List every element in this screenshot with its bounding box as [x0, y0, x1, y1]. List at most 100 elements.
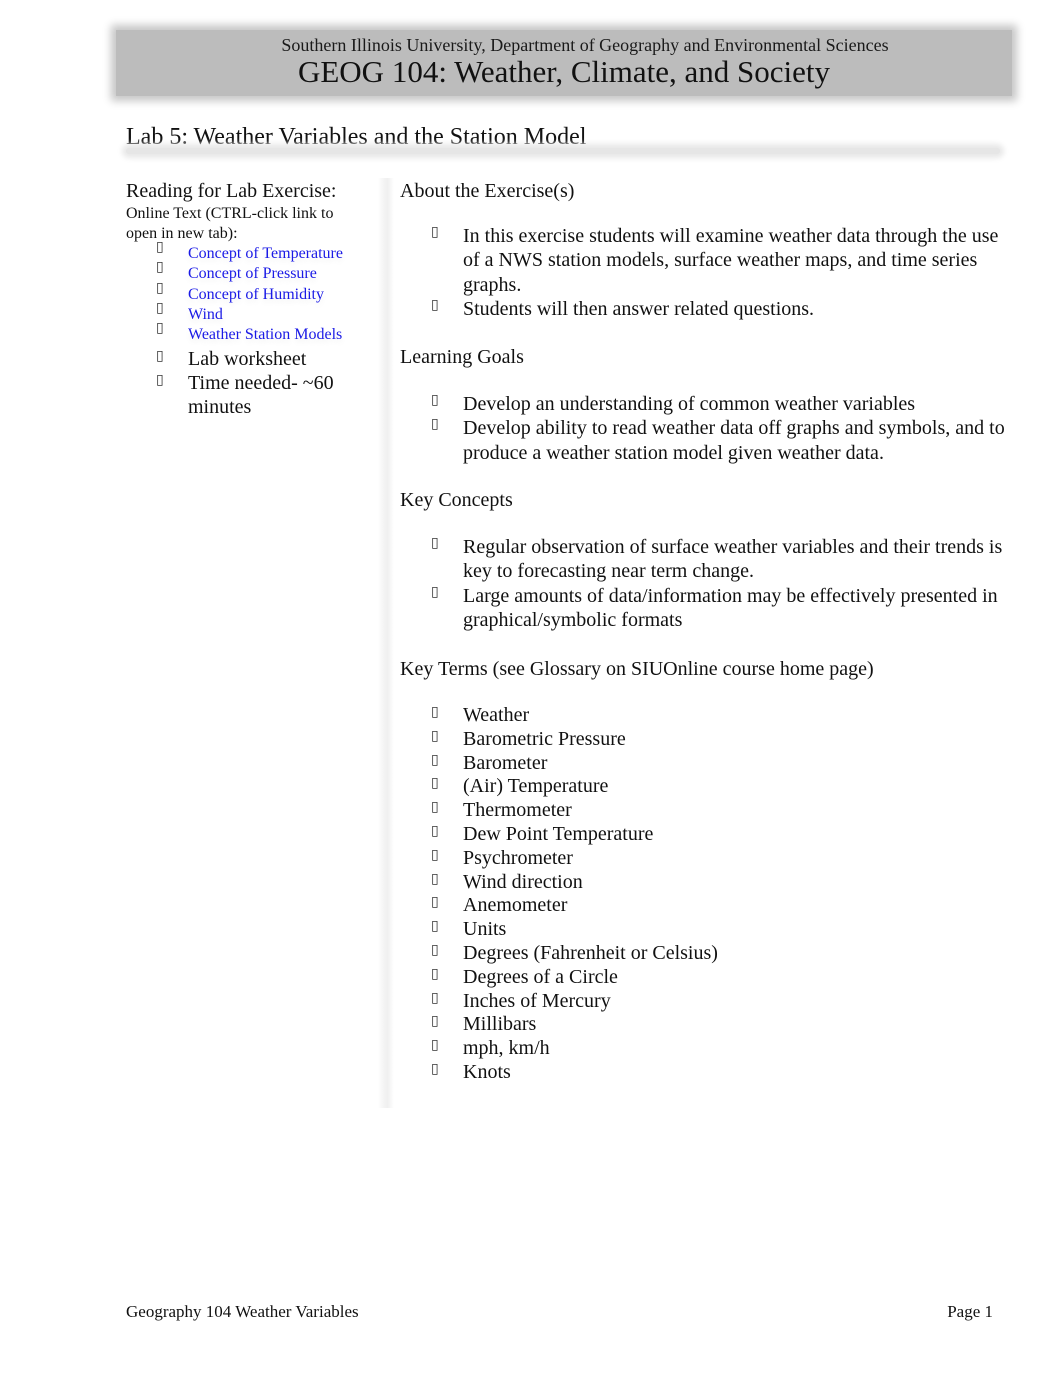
section-about: About the Exercise(s) ▯ In this exercise …: [400, 178, 1010, 321]
bullet-icon: ▯: [431, 1014, 439, 1030]
bullet-icon: ▯: [431, 823, 439, 839]
reading-item-text: Time needed- ~60 minutes: [188, 372, 334, 419]
reading-list-item: ▯ Lab worksheet: [126, 347, 366, 371]
list-item: ▯ Knots: [400, 1061, 1010, 1085]
section-key-terms: Key Terms (see Glossary on SIUOnline cou…: [400, 656, 1010, 1085]
list-item-text: Millibars: [463, 1013, 537, 1036]
bullet-icon: ▯: [431, 417, 439, 433]
list-item-text: Large amounts of data/information may be…: [463, 584, 998, 631]
list-item-text: Develop an understanding of common weath…: [463, 393, 916, 415]
list-item-text: Students will then answer related questi…: [463, 297, 815, 320]
list-item: ▯ Dew Point Temperature: [400, 823, 1010, 847]
list-item: ▯ Barometric Pressure: [400, 728, 1010, 752]
bullet-icon: ▯: [156, 373, 164, 389]
list-item-text: Barometer: [463, 751, 548, 774]
list-item-text: Knots: [463, 1060, 511, 1083]
bullet-icon: ▯: [431, 919, 439, 935]
bullet-icon: ▯: [431, 728, 439, 744]
department-name: Southern Illinois University, Department…: [281, 35, 889, 55]
list-item-text: (Air) Temperature: [463, 775, 609, 798]
bullet-icon: ▯: [431, 752, 439, 768]
bullet-icon: ▯: [431, 942, 439, 958]
bullet-icon: ▯: [431, 800, 439, 816]
list-item-text: Dew Point Temperature: [463, 822, 654, 845]
list-item-text: Barometric Pressure: [463, 727, 626, 750]
bullet-icon: ▯: [156, 280, 164, 296]
list-item-text: Inches of Mercury: [463, 989, 611, 1012]
reading-link[interactable]: Concept of Humidity: [188, 286, 324, 303]
list-item-text: In this exercise students will examine w…: [463, 225, 999, 296]
list-item: ▯ Students will then answer related quest…: [400, 297, 1010, 321]
reading-link[interactable]: Weather Station Models: [188, 326, 342, 343]
bullet-icon: ▯: [156, 300, 164, 316]
list-item: ▯ Develop ability to read weather data of…: [400, 416, 1010, 465]
section-heading: About the Exercise(s): [400, 180, 575, 202]
list-item-text: Wind direction: [463, 870, 583, 893]
bullet-icon: ▯: [431, 297, 439, 313]
reading-item-list: ▯ Lab worksheet ▯ Time needed- ~60 minutes: [126, 347, 366, 419]
list-item: ▯ In this exercise students will examine …: [400, 224, 1010, 297]
document-header: Southern Illinois University, Department…: [116, 30, 1012, 96]
list-item-text: Units: [463, 918, 507, 941]
footer-document-title: Geography 104 Weather Variables: [126, 1302, 359, 1321]
list-item: ▯ Degrees (Fahrenheit or Celsius): [400, 942, 1010, 966]
list-item: ▯ Millibars: [400, 1013, 1010, 1037]
list-item-text: Anemometer: [463, 894, 568, 917]
column-divider: [378, 178, 394, 1108]
bullet-icon: ▯: [431, 871, 439, 887]
bullet-icon: ▯: [431, 776, 439, 792]
list-item: ▯ Inches of Mercury: [400, 990, 1010, 1014]
list-item-text: Thermometer: [463, 799, 572, 822]
reading-item-text: Lab worksheet: [188, 348, 307, 371]
section-heading: Learning Goals: [400, 346, 524, 368]
list-item: ▯ Weather: [400, 704, 1010, 728]
reading-heading: Reading for Lab Exercise:: [126, 180, 337, 202]
reading-link-list: ▯ Concept of Temperature ▯ Concept of Press…: [126, 240, 366, 345]
reading-link[interactable]: Concept of Temperature: [188, 245, 343, 262]
bullet-icon: ▯: [431, 705, 439, 720]
list-item-text: Psychrometer: [463, 846, 573, 869]
list-item-text: Regular observation of surface weather v…: [463, 536, 1003, 583]
bullet-icon: ▯: [431, 584, 439, 600]
list-item: ▯ Anemometer: [400, 894, 1010, 918]
list-item: ▯ Thermometer: [400, 799, 1010, 823]
bullet-icon: ▯: [431, 1038, 439, 1054]
concepts-bullet-list: ▯ Regular observation of surface weather …: [400, 535, 1010, 632]
bullet-icon: ▯: [431, 1061, 439, 1077]
list-item: ▯ Wind direction: [400, 871, 1010, 895]
bullet-icon: ▯: [431, 966, 439, 982]
list-item-text: Degrees (Fahrenheit or Celsius): [463, 941, 718, 964]
reading-link-item: ▯ Weather Station Models: [126, 321, 366, 345]
bullet-icon: ▯: [156, 260, 164, 276]
about-bullet-list: ▯ In this exercise students will examine …: [400, 224, 1010, 321]
bullet-icon: ▯: [431, 225, 439, 240]
course-title: GEOG 104: Weather, Climate, and Society: [297, 54, 831, 89]
bullet-icon: ▯: [156, 349, 164, 365]
reading-link[interactable]: Wind: [188, 306, 223, 323]
list-item-text: Weather: [463, 704, 530, 726]
list-item: ▯ Large amounts of data/information may b…: [400, 584, 1010, 633]
list-item: ▯ Barometer: [400, 752, 1010, 776]
bullet-icon: ▯: [156, 321, 164, 337]
bullet-icon: ▯: [431, 847, 439, 863]
section-heading: Key Concepts: [400, 489, 513, 511]
section-learning-goals: Learning Goals ▯ Develop an understanding…: [400, 344, 1010, 465]
bullet-icon: ▯: [156, 240, 164, 255]
bullet-icon: ▯: [431, 895, 439, 911]
list-item: ▯ Regular observation of surface weather …: [400, 535, 1010, 584]
reading-link[interactable]: Concept of Pressure: [188, 265, 317, 282]
list-item: ▯ mph, km/h: [400, 1037, 1010, 1061]
reading-list-item: ▯ Time needed- ~60 minutes: [126, 371, 366, 419]
list-item: ▯ (Air) Temperature: [400, 775, 1010, 799]
list-item-text: Degrees of a Circle: [463, 965, 618, 988]
list-item: ▯ Develop an understanding of common weat…: [400, 392, 1010, 416]
list-item: ▯ Units: [400, 918, 1010, 942]
list-item: ▯ Psychrometer: [400, 847, 1010, 871]
section-key-concepts: Key Concepts ▯ Regular observation of sur…: [400, 487, 1010, 632]
bullet-icon: ▯: [431, 990, 439, 1006]
section-heading: Key Terms (see Glossary on SIUOnline cou…: [400, 658, 874, 680]
terms-bullet-list: ▯ Weather ▯ Barometric Pressure ▯ Barometer ▯ (…: [400, 704, 1010, 1085]
bullet-icon: ▯: [431, 393, 439, 408]
list-item-text: Develop ability to read weather data off…: [463, 417, 1005, 464]
reading-sidebar: Reading for Lab Exercise: Online Text (C…: [126, 178, 366, 419]
